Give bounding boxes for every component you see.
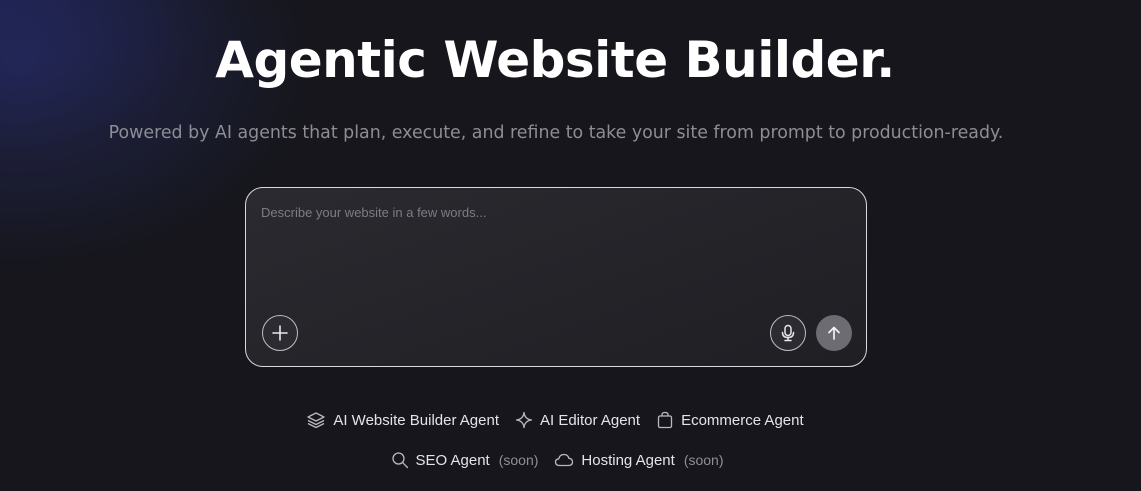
soon-badge: (soon)	[498, 452, 539, 468]
search-icon	[391, 452, 408, 469]
agent-editor[interactable]: AI Editor Agent	[515, 411, 640, 429]
agent-seo[interactable]: SEO Agent (soon)	[391, 451, 539, 469]
page-title: Agentic Website Builder.	[215, 31, 895, 89]
add-attachment-button[interactable]	[262, 315, 298, 351]
agent-label: Hosting Agent	[581, 451, 675, 469]
shopping-bag-icon	[657, 411, 673, 429]
agent-hosting[interactable]: Hosting Agent (soon)	[554, 451, 724, 469]
agent-list-primary: AI Website Builder Agent AI Editor Agent…	[0, 408, 1110, 432]
agent-label: AI Editor Agent	[540, 411, 641, 429]
arrow-up-icon	[828, 326, 840, 340]
prompt-input[interactable]	[261, 203, 846, 293]
microphone-icon	[781, 324, 795, 342]
voice-input-button[interactable]	[770, 315, 806, 351]
plus-icon	[272, 325, 288, 341]
agent-label: AI Website Builder Agent	[333, 411, 499, 429]
agent-ecommerce[interactable]: Ecommerce Agent	[656, 411, 804, 429]
prompt-box	[245, 187, 867, 367]
cloud-icon	[555, 453, 574, 467]
sparkle-icon	[515, 411, 533, 429]
agent-label: SEO Agent	[415, 451, 490, 469]
agent-label: Ecommerce Agent	[681, 411, 804, 429]
soon-badge: (soon)	[683, 452, 724, 468]
send-button[interactable]	[816, 315, 852, 351]
page-subtitle: Powered by AI agents that plan, execute,…	[108, 123, 1004, 143]
agent-list-secondary: SEO Agent (soon) Hosting Agent (soon)	[2, 448, 1112, 472]
layers-icon	[307, 412, 325, 429]
agent-website-builder[interactable]: AI Website Builder Agent	[306, 411, 499, 429]
